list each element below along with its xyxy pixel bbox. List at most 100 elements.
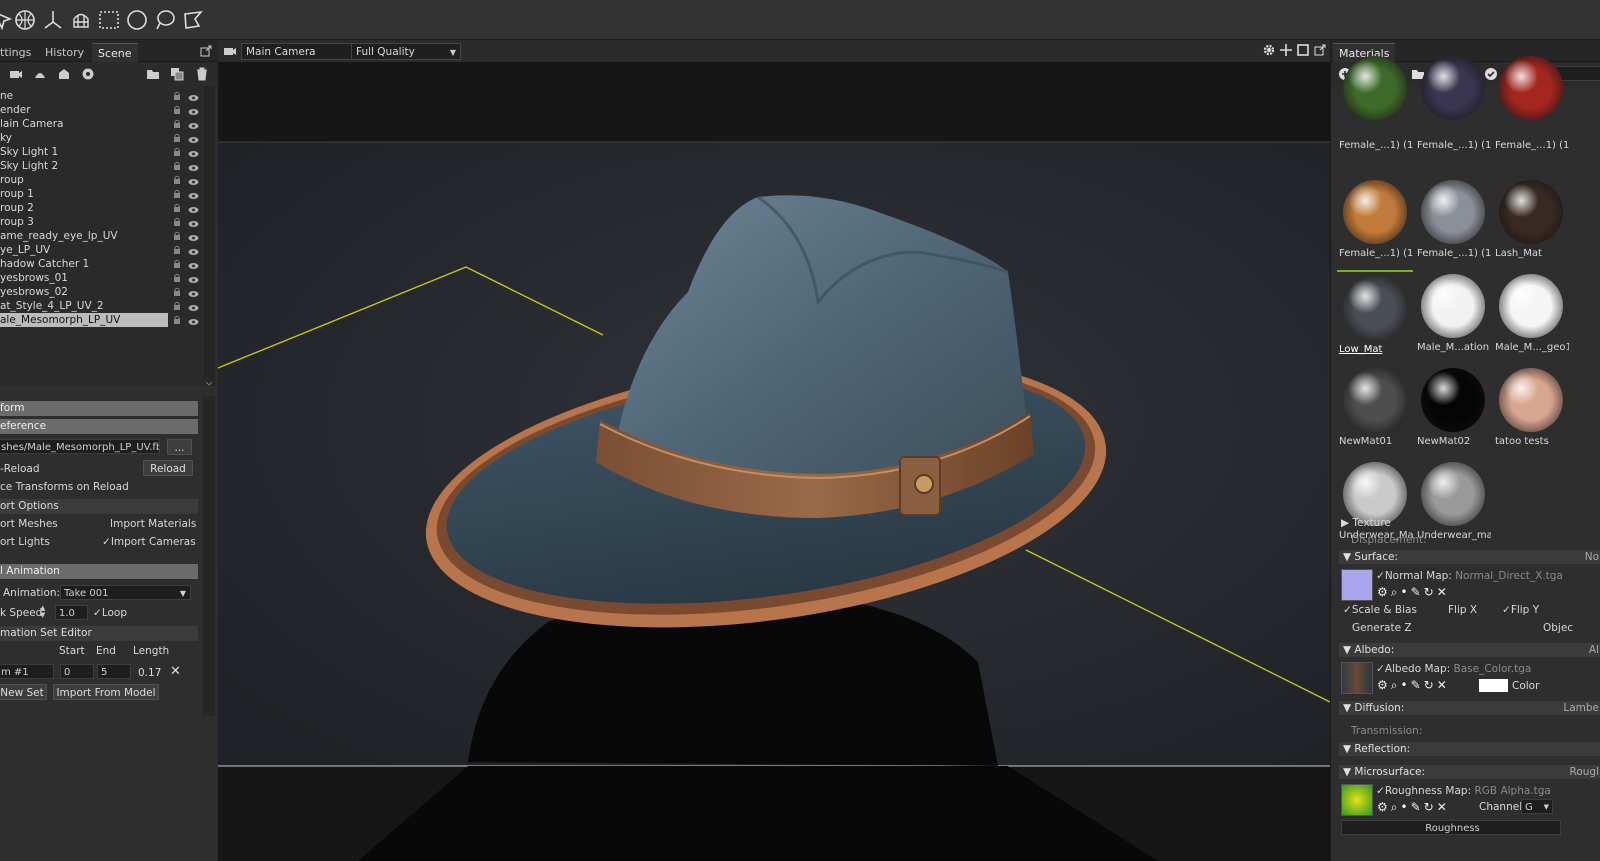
mesh-select-tool-icon[interactable] — [69, 8, 93, 32]
normal-map-tools[interactable]: ⚙⌕•✎↻✕ — [1377, 585, 1450, 599]
material-item[interactable]: Female_...1) (1) — [1493, 56, 1569, 176]
tree-item[interactable]: Sky Light 1 — [0, 145, 202, 159]
animation-header[interactable]: l Animation — [0, 564, 198, 579]
camera-icon[interactable] — [223, 44, 237, 58]
roughness-map-tools[interactable]: ⚙⌕•✎↻✕ — [1377, 800, 1450, 814]
tree-item[interactable]: ender — [0, 103, 202, 117]
camera-select[interactable]: Main Camera▼ — [241, 43, 365, 60]
reload-button[interactable]: Reload — [143, 460, 193, 476]
object-space-checkbox[interactable]: Objec — [1543, 622, 1573, 634]
channel-select[interactable]: G ▼ — [1521, 799, 1553, 814]
speed-field[interactable]: 1.0 — [55, 605, 88, 620]
tree-item[interactable]: at_Style_4_LP_UV_2 — [0, 299, 202, 313]
material-item[interactable]: Low_Mat — [1337, 270, 1413, 362]
remove-anim-icon[interactable]: ✕ — [170, 664, 181, 679]
check-icon[interactable]: ✓ — [1376, 570, 1385, 582]
popout-icon[interactable] — [199, 44, 213, 58]
flip-x-checkbox[interactable]: Flip X — [1448, 604, 1477, 616]
move-icon[interactable] — [1279, 43, 1293, 57]
check-circle-icon[interactable] — [1484, 67, 1498, 81]
maximize-icon[interactable] — [1296, 43, 1310, 57]
tree-item[interactable]: yesbrows_02 — [0, 285, 202, 299]
material-item[interactable]: Female_...1) (1) — [1337, 176, 1413, 268]
lasso-tool-icon[interactable] — [153, 8, 177, 32]
tab-history[interactable]: History — [39, 43, 90, 62]
texture-section[interactable]: ▶ Texture — [1341, 517, 1391, 529]
file-path-field[interactable]: shes/Male_Mesomorph_LP_UV.fbx — [0, 439, 160, 454]
flip-y-checkbox[interactable]: ✓Flip Y — [1502, 604, 1539, 616]
tree-item[interactable]: ky — [0, 131, 202, 145]
transforms-on-reload-label[interactable]: ce Transforms on Reload — [0, 481, 129, 493]
material-item[interactable]: Female_...1) (1) — [1337, 56, 1413, 176]
popout-icon[interactable] — [1313, 43, 1327, 57]
import-meshes-label[interactable]: ort Meshes — [0, 518, 58, 530]
albedo-color-swatch[interactable] — [1479, 679, 1508, 692]
diffusion-header[interactable]: ▼ Diffusion: Lambe — [1339, 701, 1600, 715]
tree-item[interactable]: ye_LP_UV — [0, 243, 202, 257]
scale-bias-checkbox[interactable]: ✓Scale & Bias — [1343, 604, 1417, 616]
anim-start-field[interactable]: 0 — [60, 664, 94, 679]
eye-icon[interactable] — [188, 316, 199, 329]
material-item[interactable]: Lash_Mat — [1493, 176, 1569, 268]
scene-tree-scrollbar[interactable] — [203, 86, 215, 386]
tree-item[interactable]: roup 1 — [0, 187, 202, 201]
albedo-map-tools[interactable]: ⚙⌕•✎↻✕ — [1377, 678, 1450, 692]
import-cameras-checkbox[interactable]: ✓Import Cameras — [102, 536, 196, 548]
tree-item[interactable]: hadow Catcher 1 — [0, 257, 202, 271]
add-object-icon[interactable] — [81, 67, 95, 81]
duplicate-icon[interactable] — [170, 67, 184, 81]
add-light-icon[interactable] — [33, 67, 47, 81]
import-lights-label[interactable]: ort Lights — [0, 536, 50, 548]
add-camera-icon[interactable] — [9, 67, 23, 81]
circle-select-tool-icon[interactable] — [125, 8, 149, 32]
surface-header[interactable]: ▼ Surface: No — [1339, 550, 1600, 564]
material-item[interactable]: Male_M..._geo1 — [1493, 270, 1569, 362]
anim-end-field[interactable]: 5 — [97, 664, 131, 679]
lock-icon[interactable] — [173, 301, 181, 314]
lock-icon[interactable] — [173, 315, 181, 328]
normal-map-thumbnail[interactable] — [1341, 569, 1373, 601]
tree-item[interactable]: ale_Mesomorph_LP_UV — [0, 313, 168, 327]
tree-item[interactable]: roup 2 — [0, 201, 202, 215]
reflection-header[interactable]: ▼ Reflection: — [1339, 742, 1600, 756]
delete-icon[interactable] — [195, 67, 209, 81]
import-options-header[interactable]: ort Options — [0, 499, 198, 514]
material-item[interactable]: Female_...1) (1) — [1415, 56, 1491, 176]
animation-select[interactable]: Take 001 ▼ — [60, 585, 191, 600]
new-set-button[interactable]: New Set — [0, 684, 47, 700]
3d-viewport[interactable] — [218, 62, 1330, 861]
microsurface-header[interactable]: ▼ Microsurface: Rougl — [1339, 765, 1600, 779]
speed-stepper-icon[interactable]: ▲ ▼ — [40, 605, 45, 619]
world-tool-icon[interactable] — [13, 8, 37, 32]
gear-icon[interactable] — [1262, 43, 1276, 57]
material-item[interactable]: NewMat02 — [1415, 364, 1491, 456]
add-shape-icon[interactable] — [57, 67, 71, 81]
browse-button[interactable]: ... — [167, 439, 192, 455]
tree-item[interactable]: roup — [0, 173, 202, 187]
material-item[interactable]: Female_...1) (1) — [1415, 176, 1491, 268]
loop-checkbox[interactable]: ✓Loop — [93, 607, 127, 619]
check-icon[interactable]: ✓ — [1376, 785, 1385, 797]
transform-header[interactable]: form — [0, 401, 198, 416]
anim-name-field[interactable]: m #1 — [0, 664, 54, 679]
material-item[interactable]: NewMat01 — [1337, 364, 1413, 456]
tree-item[interactable]: Sky Light 2 — [0, 159, 202, 173]
import-from-model-button[interactable]: Import From Model — [53, 684, 159, 700]
animation-set-editor-header[interactable]: mation Set Editor — [0, 626, 198, 641]
tab-scene[interactable]: Scene — [92, 43, 138, 62]
select-tool-icon[interactable] — [0, 8, 14, 32]
tree-item[interactable]: yesbrows_01 — [0, 271, 202, 285]
check-icon[interactable]: ✓ — [1376, 663, 1385, 675]
reference-header[interactable]: eference — [0, 419, 198, 434]
axis-tool-icon[interactable] — [41, 8, 65, 32]
material-item[interactable]: tatoo tests — [1493, 364, 1569, 456]
polygon-select-tool-icon[interactable] — [181, 8, 205, 32]
eye-icon[interactable] — [188, 302, 199, 315]
albedo-map-thumbnail[interactable] — [1341, 662, 1373, 694]
import-materials-checkbox[interactable]: Import Materials — [100, 518, 196, 530]
roughness-slider[interactable]: Roughness — [1341, 820, 1561, 835]
material-item[interactable]: Male_M...ation — [1415, 270, 1491, 362]
quality-select[interactable]: Full Quality ▼ — [351, 43, 461, 60]
generate-z-checkbox[interactable]: Generate Z — [1352, 622, 1412, 634]
tree-item[interactable]: roup 3 — [0, 215, 202, 229]
